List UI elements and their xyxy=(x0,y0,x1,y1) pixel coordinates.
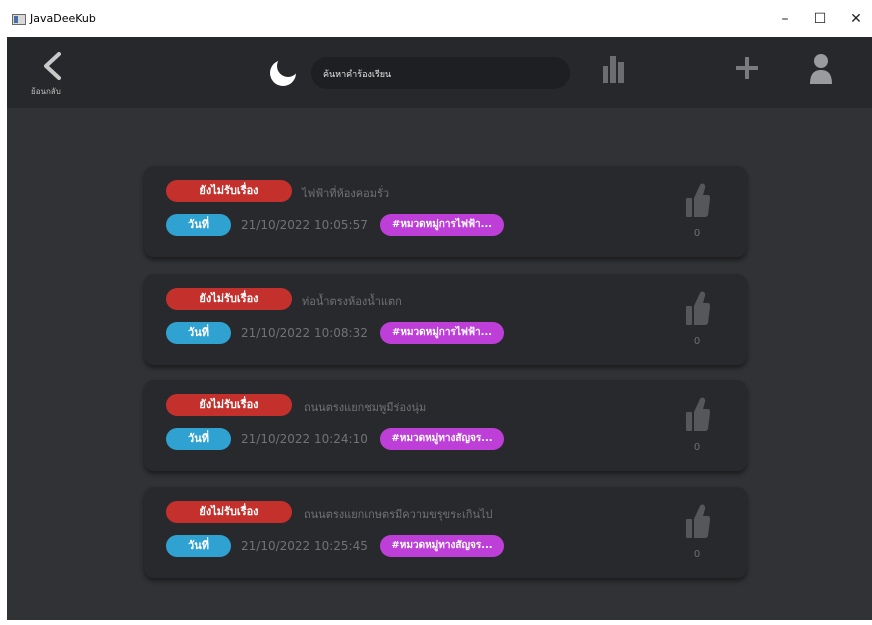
complaint-card[interactable]: ยังไม่รับเรื่อง ท่อน้ำตรงห้องน้ำแตก วันท… xyxy=(144,274,747,365)
plus-icon[interactable] xyxy=(736,57,758,79)
complaint-date: 21/10/2022 10:08:32 xyxy=(241,326,368,340)
complaint-title: ถนนตรงแยกชมพูมีร่องนุ่ม xyxy=(304,401,427,414)
back-arrow-icon xyxy=(44,52,61,80)
date-label-badge: วันที่ xyxy=(166,214,231,236)
category-badge[interactable]: #หมวดหมู่การไฟฟ้า... xyxy=(380,322,504,344)
bar-chart-icon[interactable] xyxy=(603,56,625,84)
thumbs-up-icon[interactable] xyxy=(686,396,710,432)
date-label-badge: วันที่ xyxy=(166,322,231,344)
date-label-badge: วันที่ xyxy=(166,535,231,557)
status-badge: ยังไม่รับเรื่อง xyxy=(166,394,292,416)
complaint-card[interactable]: ยังไม่รับเรื่อง ถนนตรงแยกชมพูมีร่องนุ่ม … xyxy=(144,380,747,471)
app-window-icon xyxy=(12,14,26,25)
category-badge[interactable]: #หมวดหมู่ทางสัญจร... xyxy=(380,428,504,450)
app-content: ย้อนกลับ ค้นหาคำร้องเรียน ยังไม่รับเรื่อ… xyxy=(7,37,872,620)
complaint-title: ไฟฟ้าที่ห้องคอมรั่ว xyxy=(302,187,390,200)
status-badge: ยังไม่รับเรื่อง xyxy=(166,288,292,310)
category-badge[interactable]: #หมวดหมู่การไฟฟ้า... xyxy=(380,214,504,236)
category-badge[interactable]: #หมวดหมู่ทางสัญจร... xyxy=(380,535,504,557)
like-count: 0 xyxy=(693,549,701,560)
thumbs-up-icon[interactable] xyxy=(686,290,710,326)
status-badge: ยังไม่รับเรื่อง xyxy=(166,180,292,202)
complaint-date: 21/10/2022 10:25:45 xyxy=(241,539,368,553)
complaint-title: ถนนตรงแยกเกษตรมีความขรุขระเกินไป xyxy=(304,508,493,521)
date-label-badge: วันที่ xyxy=(166,428,231,450)
search-input[interactable]: ค้นหาคำร้องเรียน xyxy=(311,57,570,89)
maximize-button[interactable]: ☐ xyxy=(800,0,840,37)
minimize-button[interactable]: – xyxy=(765,0,805,37)
window-titlebar: JavaDeeKub – ☐ ✕ xyxy=(0,0,872,37)
complaint-card[interactable]: ยังไม่รับเรื่อง ถนนตรงแยกเกษตรมีความขรุข… xyxy=(144,487,747,578)
complaint-card[interactable]: ยังไม่รับเรื่อง ไฟฟ้าที่ห้องคอมรั่ว วันท… xyxy=(144,166,747,257)
complaint-date: 21/10/2022 10:24:10 xyxy=(241,432,368,446)
like-count: 0 xyxy=(693,228,701,239)
thumbs-up-icon[interactable] xyxy=(686,182,710,218)
status-badge: ยังไม่รับเรื่อง xyxy=(166,501,292,523)
complaint-date: 21/10/2022 10:05:57 xyxy=(241,218,368,232)
back-label: ย้อนกลับ xyxy=(31,87,61,96)
like-count: 0 xyxy=(693,336,701,347)
search-text: ค้นหาคำร้องเรียน xyxy=(323,70,392,80)
window-title: JavaDeeKub xyxy=(30,12,96,25)
complaint-title: ท่อน้ำตรงห้องน้ำแตก xyxy=(302,295,402,308)
back-button[interactable]: ย้อนกลับ xyxy=(25,51,73,101)
user-icon[interactable] xyxy=(808,52,834,86)
moon-icon[interactable] xyxy=(270,57,298,87)
close-button[interactable]: ✕ xyxy=(836,0,872,37)
thumbs-up-icon[interactable] xyxy=(686,503,710,539)
like-count: 0 xyxy=(693,442,701,453)
top-app-bar: ย้อนกลับ ค้นหาคำร้องเรียน xyxy=(7,37,872,108)
